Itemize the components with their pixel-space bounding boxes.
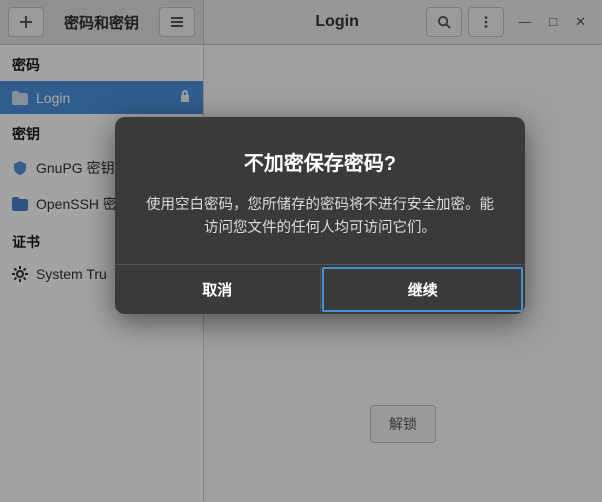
dialog-buttons: 取消 继续 <box>115 264 525 314</box>
continue-button[interactable]: 继续 <box>320 265 526 314</box>
dialog-message: 使用空白密码，您所储存的密码将不进行安全加密。能访问您文件的任何人均可访问它们。 <box>143 194 497 240</box>
dialog-title: 不加密保存密码? <box>143 147 497 176</box>
confirm-dialog: 不加密保存密码? 使用空白密码，您所储存的密码将不进行安全加密。能访问您文件的任… <box>115 117 525 314</box>
cancel-button[interactable]: 取消 <box>115 265 320 314</box>
